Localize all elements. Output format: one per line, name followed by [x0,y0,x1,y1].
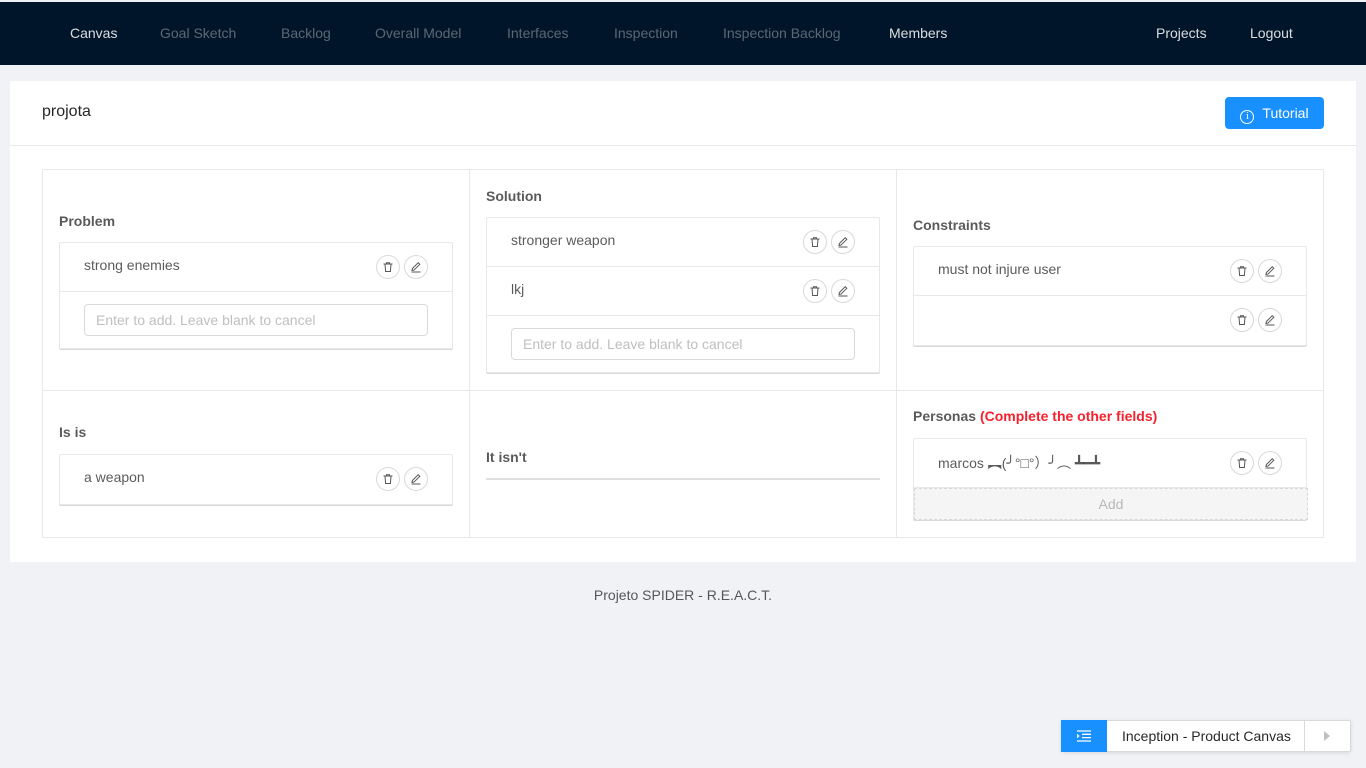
trash-icon [810,237,820,247]
tutorial-button[interactable]: i Tutorial [1225,97,1324,129]
is-is-cell: Is is a weapon [43,391,470,538]
nav-projects[interactable]: Projects [1156,25,1207,41]
caret-right-icon [1324,731,1330,741]
list-item: stronger weapon [487,218,879,267]
it-isnt-title: It isn't [486,449,527,465]
delete-button[interactable] [376,467,400,491]
pencil-icon [1265,457,1275,469]
pencil-icon [411,473,421,485]
edit-button[interactable] [404,467,428,491]
nav-overall-model[interactable]: Overall Model [375,25,461,41]
top-nav: Canvas Goal Sketch Backlog Overall Model… [0,0,1366,65]
solution-title: Solution [486,188,542,204]
list-item [914,296,1306,345]
personas-list: marcos ︻(╯°□°）╯︵ ┻━┻ Add [913,438,1308,520]
trash-icon [1237,266,1247,276]
edit-button[interactable] [1258,308,1282,332]
step-label: Inception - Product Canvas [1122,728,1291,744]
is-is-title: Is is [59,424,87,440]
nav-interfaces[interactable]: Interfaces [507,25,568,41]
trash-icon [383,262,393,272]
delete-button[interactable] [803,279,827,303]
product-canvas-grid: Problem strong enemies Solution [42,169,1324,538]
card-header: projota i Tutorial [10,81,1356,146]
solution-list: stronger weapon lkj [486,217,880,373]
constraints-title: Constraints [913,217,991,233]
personas-warning: (Complete the other fields) [979,408,1158,424]
delete-button[interactable] [1230,308,1254,332]
pencil-icon [838,285,848,297]
nav-goal-sketch[interactable]: Goal Sketch [160,25,236,41]
pencil-icon [1265,265,1275,277]
project-title: projota [42,103,91,120]
list-item: lkj [487,267,879,316]
it-isnt-empty-list [486,478,880,480]
list-item: marcos ︻(╯°□°）╯︵ ┻━┻ [914,439,1306,488]
edit-button[interactable] [1258,259,1282,283]
problem-title: Problem [59,213,116,229]
delete-button[interactable] [803,230,827,254]
problem-list: strong enemies [59,242,453,349]
constraints-item-text: must not injure user [938,261,1061,277]
problem-cell: Problem strong enemies [43,170,470,391]
problem-add-input[interactable] [84,304,428,336]
list-item: strong enemies [60,243,452,292]
solution-item-text: lkj [511,281,525,297]
info-icon: i [1240,110,1255,124]
nav-canvas[interactable]: Canvas [70,25,117,41]
trash-icon [810,286,820,296]
nav-backlog[interactable]: Backlog [281,25,331,41]
canvas-card: projota i Tutorial Problem strong enemies [10,81,1356,562]
is-is-item-text: a weapon [84,469,145,485]
delete-button[interactable] [376,255,400,279]
problem-item-text: strong enemies [84,257,180,273]
problem-add-row [60,292,452,348]
step-menu-button[interactable] [1061,720,1107,752]
solution-cell: Solution stronger weapon lkj [470,170,897,391]
solution-add-row [487,316,879,372]
constraints-list: must not injure user [913,246,1307,346]
footer-text: Projeto SPIDER - R.E.A.C.T. [593,587,773,603]
nav-logout[interactable]: Logout [1250,25,1293,41]
pencil-icon [1265,314,1275,326]
nav-inspection-backlog[interactable]: Inspection Backlog [723,25,841,41]
constraints-cell: Constraints must not injure user [897,170,1323,391]
step-next-button[interactable] [1304,721,1350,751]
nav-members[interactable]: Members [889,25,947,41]
pencil-icon [838,236,848,248]
menu-indent-icon [1077,730,1091,742]
solution-item-text: stronger weapon [511,232,616,248]
edit-button[interactable] [1258,451,1282,475]
list-item: a weapon [60,455,452,504]
pencil-icon [411,261,421,273]
solution-add-input[interactable] [511,328,855,360]
add-persona-button[interactable]: Add [914,488,1308,520]
delete-button[interactable] [1230,451,1254,475]
delete-button[interactable] [1230,259,1254,283]
personas-title: Personas (Complete the other fields) [913,408,1157,424]
is-is-list: a weapon [59,454,453,505]
edit-button[interactable] [831,230,855,254]
step-navigator: Inception - Product Canvas [1061,720,1351,752]
nav-inspection[interactable]: Inspection [614,25,678,41]
trash-icon [383,474,393,484]
it-isnt-cell: It isn't [470,391,897,538]
persona-item-text: marcos ︻(╯°□°）╯︵ ┻━┻ [938,455,1101,471]
edit-button[interactable] [404,255,428,279]
tutorial-label: Tutorial [1262,105,1309,121]
trash-icon [1237,315,1247,325]
personas-cell: Personas (Complete the other fields) mar… [897,391,1323,538]
personas-label: Personas [913,408,977,424]
edit-button[interactable] [831,279,855,303]
list-item: must not injure user [914,247,1306,296]
trash-icon [1237,458,1247,468]
